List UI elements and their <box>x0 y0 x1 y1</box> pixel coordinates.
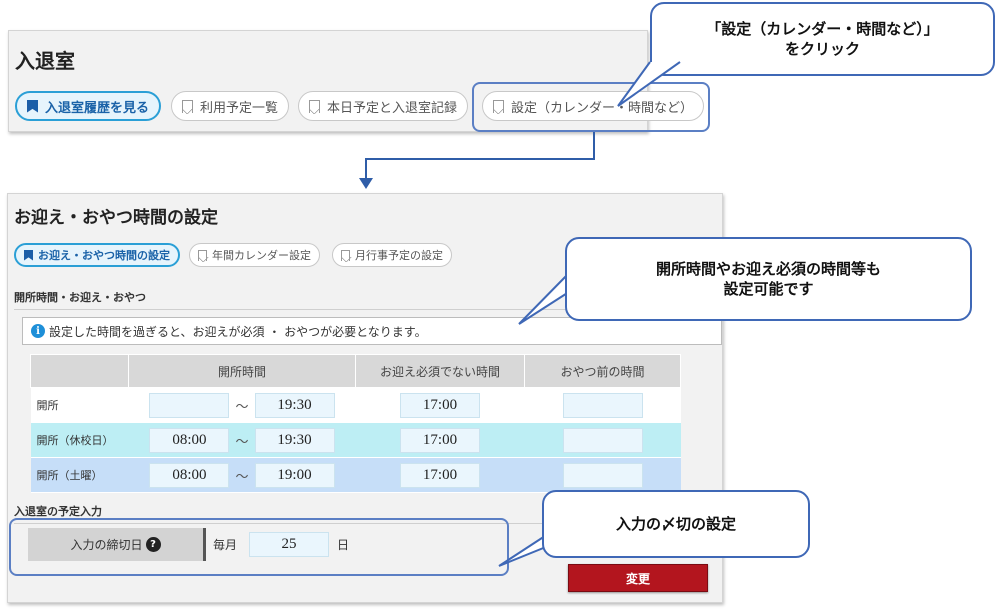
open-to-input[interactable]: 19:00 <box>254 462 335 488</box>
column-header: おやつ前の時間 <box>524 354 681 388</box>
callout-line: 開所時間やお迎え必須の時間等も <box>655 260 881 278</box>
info-message: i 設定した時間を過ぎると、お迎えが必須 ・ おやつが必要となります。 <box>22 317 722 345</box>
tab-monthly-events[interactable]: 月行事予定の設定 <box>332 243 452 267</box>
table-row: 開所（休校日） 08:00 ～ 19:30 17:00 <box>30 422 681 458</box>
tab-label: 入退室履歴を見る <box>45 100 150 116</box>
connector-line <box>365 158 595 160</box>
tab-label: 本日予定と入退室記録 <box>327 100 458 116</box>
column-header <box>30 354 129 388</box>
table-header-row: 開所時間 お迎え必須でない時間 おやつ前の時間 <box>30 354 681 388</box>
pickup-free-time-input[interactable]: 17:00 <box>400 462 480 488</box>
callout-line: 「設定（カレンダー・時間など）」 <box>706 20 939 38</box>
connector-line <box>593 132 595 160</box>
snack-time-input[interactable] <box>562 392 643 418</box>
deadline-highlight <box>9 518 509 576</box>
column-header: お迎え必須でない時間 <box>355 354 525 388</box>
callout-line: 設定可能です <box>723 280 814 298</box>
table-row: 開所 ～ 19:30 17:00 <box>30 387 681 423</box>
row-label: 開所（休校日） <box>30 422 129 458</box>
callout-deadline: 入力の〆切の設定 <box>542 490 810 558</box>
callout-hours-configurable: 開所時間やお迎え必須の時間等も 設定可能です <box>565 237 972 321</box>
pickup-free-time-input[interactable]: 17:00 <box>400 427 480 453</box>
open-from-input[interactable]: 08:00 <box>149 462 230 488</box>
tab-label: お迎え・おやつ時間の設定 <box>38 249 170 262</box>
bookmark-outline-icon <box>181 99 193 114</box>
tab-label: 利用予定一覧 <box>200 100 279 116</box>
bookmark-outline-icon <box>308 99 320 114</box>
tab-pickup-snack-time[interactable]: お迎え・おやつ時間の設定 <box>14 243 180 267</box>
info-text: 設定した時間を過ぎると、お迎えが必須 ・ おやつが必要となります。 <box>49 324 427 339</box>
snack-time-input[interactable] <box>562 427 643 453</box>
bookmark-outline-icon <box>197 249 209 262</box>
callout-pointer <box>617 61 681 107</box>
open-to-input[interactable]: 19:30 <box>254 392 335 418</box>
range-separator: ～ <box>235 469 249 485</box>
open-to-input[interactable]: 19:30 <box>254 427 335 453</box>
bookmark-filled-icon <box>24 249 33 261</box>
time-settings-table: 開所時間 お迎え必須でない時間 おやつ前の時間 開所 ～ 19:30 17:00… <box>30 354 681 493</box>
row-label: 開所（土曜） <box>30 457 129 493</box>
table-row: 開所（土曜） 08:00 ～ 19:00 17:00 <box>30 457 681 493</box>
info-icon: i <box>31 324 45 338</box>
tab-label: 月行事予定の設定 <box>355 249 443 262</box>
tab-annual-calendar[interactable]: 年間カレンダー設定 <box>189 243 320 267</box>
snack-time-input[interactable] <box>562 462 643 488</box>
open-from-input[interactable] <box>149 392 230 418</box>
row-label: 開所 <box>30 387 129 423</box>
bookmark-filled-icon <box>27 99 38 113</box>
tab-today-schedule[interactable]: 本日予定と入退室記録 <box>298 91 469 121</box>
callout-click-settings: 「設定（カレンダー・時間など）」 をクリック <box>650 2 995 76</box>
connector-line <box>365 158 367 180</box>
callout-line: 入力の〆切の設定 <box>615 515 736 533</box>
panel-title: お迎え・おやつ時間の設定 <box>14 208 218 228</box>
tab-usage-schedule[interactable]: 利用予定一覧 <box>171 91 290 121</box>
tab-attendance-history[interactable]: 入退室履歴を見る <box>15 91 162 121</box>
range-separator: ～ <box>235 399 249 415</box>
callout-line: をクリック <box>784 40 860 58</box>
open-from-input[interactable]: 08:00 <box>149 427 230 453</box>
arrow-down-icon <box>359 178 373 189</box>
submit-change-button[interactable]: 変更 <box>568 564 708 592</box>
bookmark-outline-icon <box>340 249 352 262</box>
pickup-free-time-input[interactable]: 17:00 <box>400 392 480 418</box>
range-separator: ～ <box>235 434 249 450</box>
tab-label: 年間カレンダー設定 <box>212 249 311 262</box>
column-header: 開所時間 <box>128 354 356 388</box>
page-title: 入退室 <box>15 49 75 73</box>
